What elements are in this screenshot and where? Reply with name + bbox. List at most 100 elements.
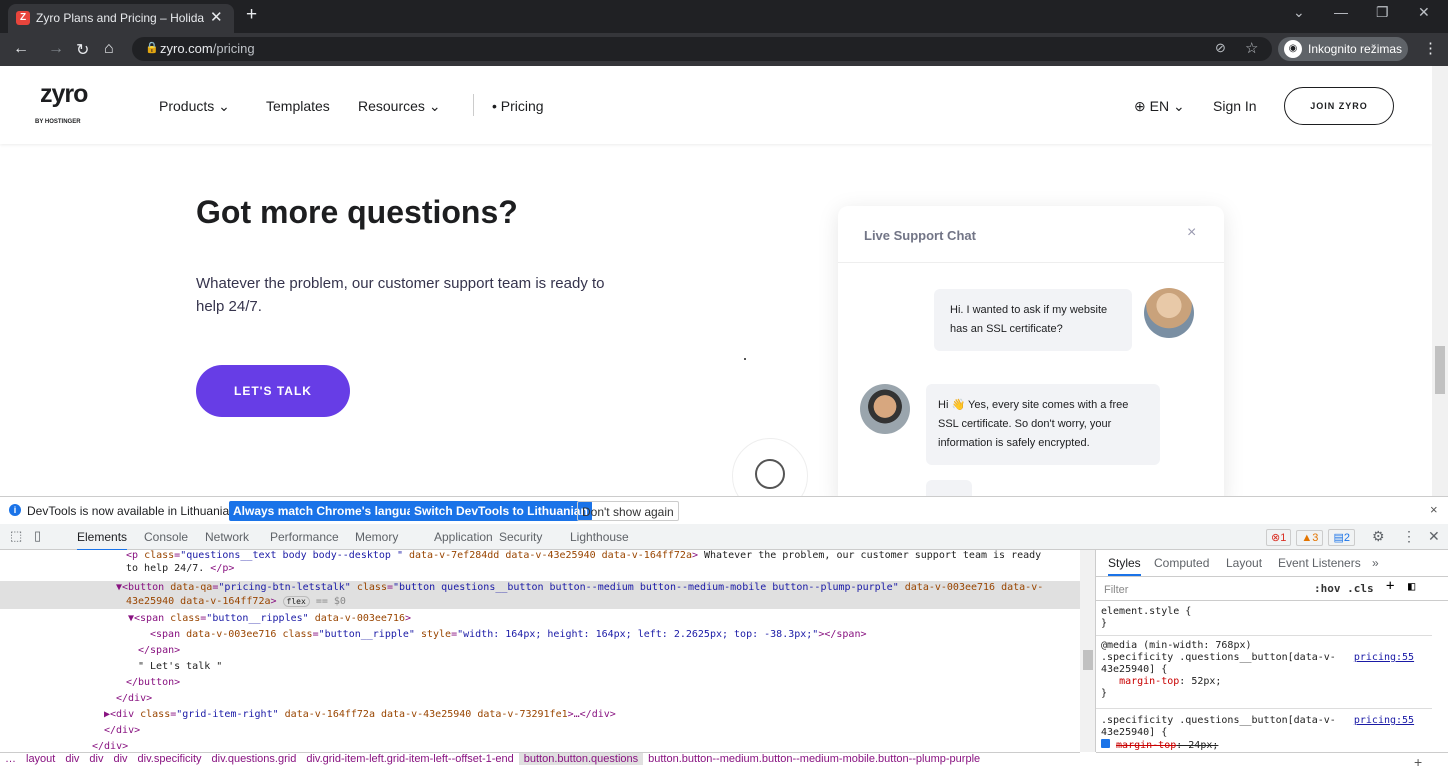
breadcrumb-item[interactable]: div.questions.grid xyxy=(207,753,302,765)
breadcrumb-item[interactable]: … xyxy=(0,753,21,765)
dom-line[interactable]: </div> xyxy=(116,692,152,706)
zyro-logo[interactable]: zyro xyxy=(40,80,88,109)
webpage: zyro BY HOSTINGER Products ⌄ Templates R… xyxy=(0,66,1432,496)
bookmark-star-icon[interactable]: ☆ xyxy=(1245,39,1258,57)
chevron-down-icon: ⌄ xyxy=(218,98,230,114)
css-rule-element-style[interactable]: element.style { } xyxy=(1101,606,1191,630)
always-match-language-button[interactable]: Always match Chrome's language xyxy=(229,501,432,521)
toggle-sidebar-icon[interactable]: ◧ xyxy=(1408,580,1415,592)
chat-title: Live Support Chat xyxy=(864,228,976,243)
breadcrumb-item[interactable]: div xyxy=(108,753,132,765)
tab-computed[interactable]: Computed xyxy=(1154,557,1209,569)
chat-close-icon[interactable]: × xyxy=(1187,224,1196,242)
dom-line[interactable]: <span data-v-003ee716 class="button__rip… xyxy=(150,628,867,642)
tab-application[interactable]: Application xyxy=(434,530,493,544)
more-tabs-icon[interactable]: » xyxy=(1372,557,1379,569)
forward-icon[interactable]: → xyxy=(48,40,64,58)
infobar-close-icon[interactable]: × xyxy=(1430,502,1438,517)
warning-count-badge[interactable]: ▲3 xyxy=(1296,530,1324,546)
reload-icon[interactable]: ↻ xyxy=(76,40,89,60)
dont-show-again-button[interactable]: Don't show again xyxy=(577,501,679,521)
dom-line[interactable]: </span> xyxy=(138,644,180,658)
tab-layout[interactable]: Layout xyxy=(1226,557,1262,569)
dom-line[interactable]: </div> xyxy=(92,740,128,752)
restore-icon[interactable]: ❐ xyxy=(1376,4,1389,21)
tab-event-listeners[interactable]: Event Listeners xyxy=(1278,557,1361,569)
message-count-badge[interactable]: ▤2 xyxy=(1328,529,1356,546)
chevron-down-icon: ⌄ xyxy=(1172,98,1185,114)
dom-line[interactable]: ▶<div class="grid-item-right" data-v-164… xyxy=(104,708,616,722)
home-icon[interactable]: ⌂ xyxy=(104,40,114,58)
styles-filter-input[interactable]: Filter xyxy=(1104,584,1128,596)
dom-line[interactable]: </button> xyxy=(126,676,180,690)
section-heading: Got more questions? xyxy=(196,194,518,230)
eye-off-icon[interactable]: ⊘ xyxy=(1215,40,1226,56)
elements-scrollbar-thumb[interactable] xyxy=(1083,650,1093,670)
hov-cls-toggle[interactable]: :hov .cls xyxy=(1314,583,1374,595)
breadcrumb-item[interactable]: layout xyxy=(21,753,60,765)
tab-memory[interactable]: Memory xyxy=(355,530,398,544)
globe-icon: ⊕ xyxy=(1134,98,1146,114)
page-scrollbar[interactable] xyxy=(1432,66,1448,496)
tab-close-icon[interactable]: ✕ xyxy=(210,8,223,26)
nav-products[interactable]: Products ⌄ xyxy=(159,98,230,115)
tab-security[interactable]: Security xyxy=(499,530,542,544)
devtools-menu-icon[interactable]: ⋮ xyxy=(1402,528,1416,545)
tab-performance[interactable]: Performance xyxy=(270,530,339,544)
inspect-element-icon[interactable]: ⬚ xyxy=(10,528,22,544)
tab-console[interactable]: Console xyxy=(144,530,188,544)
language-selector[interactable]: ⊕ EN ⌄ xyxy=(1134,98,1185,115)
live-support-chat-card: Live Support Chat × Hi. I wanted to ask … xyxy=(838,206,1224,496)
dom-line-selected[interactable]: 43e25940 data-v-164ff72a> flex == $0 xyxy=(126,595,346,609)
omnibox[interactable] xyxy=(132,37,1272,61)
join-zyro-button[interactable]: JOIN ZYRO xyxy=(1284,87,1394,125)
switch-to-lithuanian-button[interactable]: Switch DevTools to Lithuanian xyxy=(410,501,592,521)
css-rule-media[interactable]: @media (min-width: 768px) .specificity .… xyxy=(1101,640,1414,700)
new-tab-button[interactable]: + xyxy=(246,4,257,26)
nav-templates[interactable]: Templates xyxy=(266,98,330,114)
dom-line[interactable]: " Let's talk " xyxy=(138,660,222,674)
dom-line-selected[interactable]: ▼<button data-qa="pricing-btn-letstalk" … xyxy=(116,581,1043,595)
dom-line[interactable]: to help 24/7. </p> xyxy=(126,562,234,576)
breadcrumb-item[interactable]: div xyxy=(60,753,84,765)
lock-icon[interactable]: 🔒 xyxy=(145,41,159,54)
chat-launcher-button[interactable] xyxy=(732,438,808,496)
tab-styles[interactable]: Styles xyxy=(1108,557,1141,576)
dom-line[interactable]: </div> xyxy=(104,724,140,738)
nav-resources[interactable]: Resources ⌄ xyxy=(358,98,441,115)
dom-line[interactable]: <p class="questions__text body body--des… xyxy=(126,550,1041,563)
url-text[interactable]: zyro.com/pricing xyxy=(160,41,255,56)
tab-network[interactable]: Network xyxy=(205,530,249,544)
devtools-close-icon[interactable]: ✕ xyxy=(1428,528,1440,545)
add-property-icon[interactable]: + xyxy=(1414,754,1422,770)
tab-elements[interactable]: Elements xyxy=(77,530,128,551)
tab-search-icon[interactable]: ⌄ xyxy=(1293,4,1305,21)
close-window-icon[interactable]: ✕ xyxy=(1418,4,1430,21)
device-toolbar-icon[interactable]: ▯ xyxy=(34,528,41,544)
dom-line[interactable]: ▼<span class="button__ripples" data-v-00… xyxy=(128,612,411,626)
breadcrumb-item[interactable]: button.button--medium.button--medium-mob… xyxy=(643,753,985,765)
nav-pricing[interactable]: • Pricing xyxy=(492,98,544,114)
browser-tab[interactable]: Z Zyro Plans and Pricing – Holiday ✕ xyxy=(8,4,234,33)
issue-badges[interactable]: ⊗1 ▲3 ▤2 xyxy=(1266,529,1357,546)
page-scrollbar-thumb[interactable] xyxy=(1435,346,1445,394)
settings-gear-icon[interactable]: ⚙ xyxy=(1372,528,1385,545)
lets-talk-button[interactable]: LET'S TALK xyxy=(196,365,350,417)
zyro-favicon-icon: Z xyxy=(16,11,30,25)
minimize-icon[interactable]: — xyxy=(1334,4,1348,20)
elements-dom-tree[interactable]: <p class="questions__text body body--des… xyxy=(0,550,1080,752)
signin-link[interactable]: Sign In xyxy=(1213,98,1257,114)
css-rule-base[interactable]: .specificity .questions__button[data-v- … xyxy=(1101,715,1414,752)
elements-scrollbar[interactable] xyxy=(1080,550,1096,752)
breadcrumb-item[interactable]: button.button.questions xyxy=(518,753,644,765)
new-style-rule-icon[interactable]: + xyxy=(1386,579,1394,593)
error-count-badge[interactable]: ⊗1 xyxy=(1266,529,1292,546)
breadcrumb-item[interactable]: div.grid-item-left.grid-item-left--offse… xyxy=(301,753,518,765)
tab-lighthouse[interactable]: Lighthouse xyxy=(570,530,629,544)
incognito-badge[interactable]: ◉ Inkognito režimas xyxy=(1278,37,1408,61)
back-icon[interactable]: ← xyxy=(13,40,29,58)
kebab-menu-icon[interactable]: ⋮ xyxy=(1423,39,1438,57)
breadcrumb-item[interactable]: div xyxy=(84,753,108,765)
breadcrumb-item[interactable]: div.specificity xyxy=(133,753,207,765)
chat-typing-bubble xyxy=(926,480,972,496)
